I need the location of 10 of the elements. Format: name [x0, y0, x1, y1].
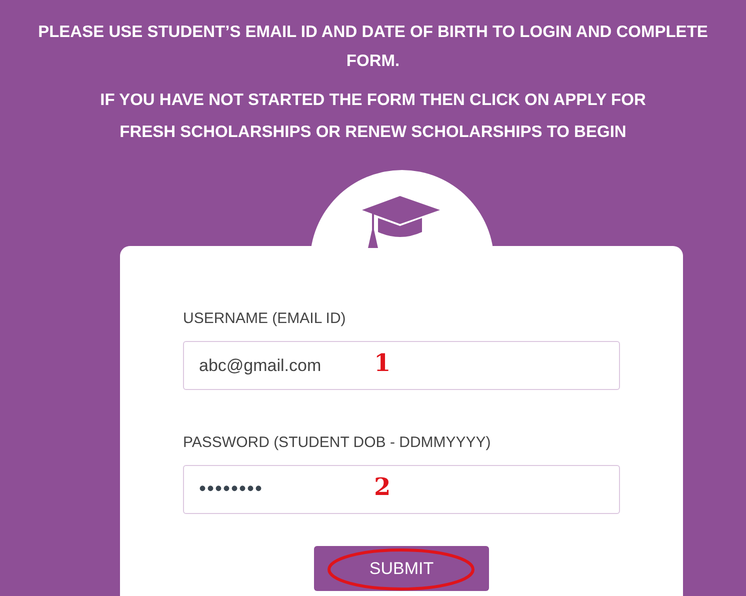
- graduation-cap-icon: [362, 196, 442, 248]
- annotation-number: 2: [374, 472, 391, 501]
- notice-text: IF YOU HAVE NOT STARTED THE FORM THEN CLICK ON APPLY FOR FRESH SCHOLARSHIPS OR RENEW SCHOLARSHIPS TO BEGIN: [99, 90, 647, 143]
- annotation-number: 1: [374, 348, 391, 377]
- password-field[interactable]: •••••••• 2: [183, 465, 620, 514]
- field-label: USERNAME (EMAIL ID): [183, 310, 347, 327]
- field-label: PASSWORD (STUDENT DOB - DDMMYYYY): [183, 434, 492, 451]
- notice-text: FORM.: [345, 51, 401, 72]
- notice-text: PLEASE USE STUDENT’S EMAIL ID AND DATE OF BIRTH TO LOGIN AND COMPLETE: [37, 22, 709, 43]
- email-field[interactable]: abc@gmail.com 1: [183, 341, 620, 390]
